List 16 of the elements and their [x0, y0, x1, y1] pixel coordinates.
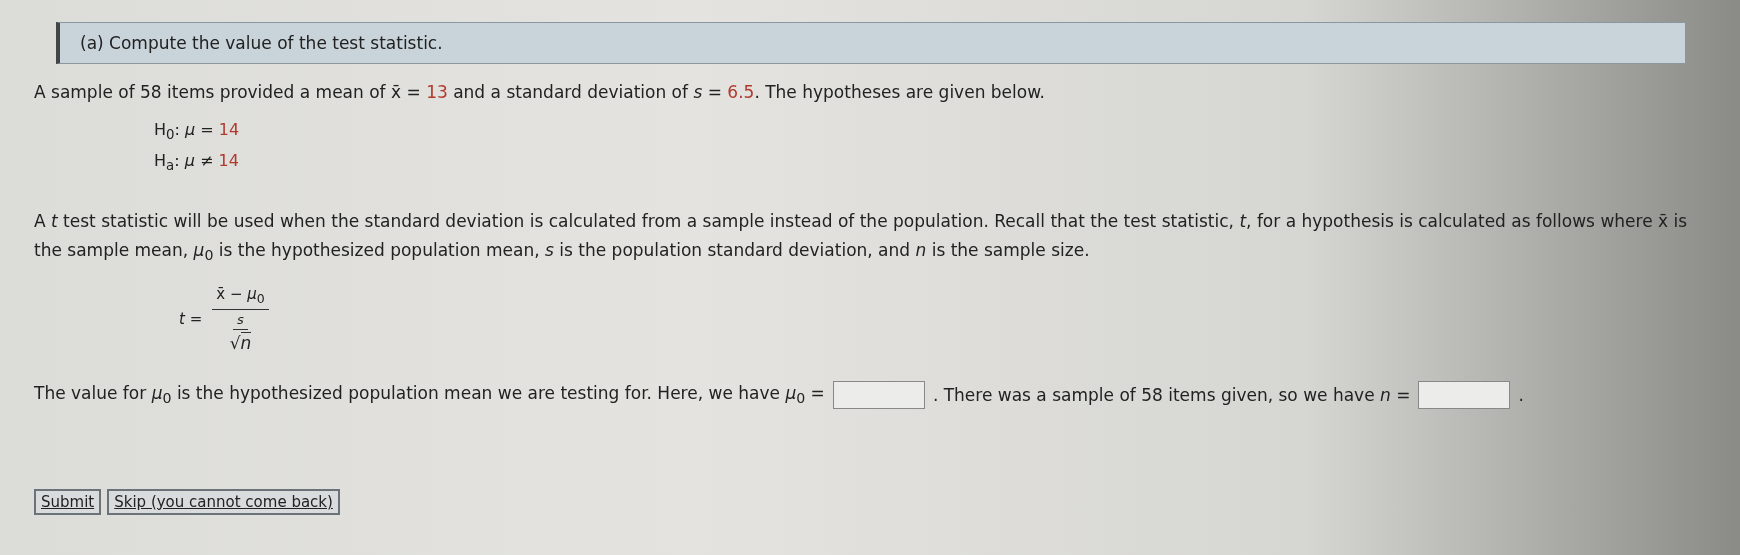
formula-root: √n: [229, 330, 252, 353]
hypothesis: H$_{0}$: μ = 14: [154, 119, 241, 145]
submit-button[interactable]: Submit: [34, 488, 102, 515]
question-text: The value for μ$_{0}$ is the hypothesized population mean we are testing for. Here, we have μ$_{0}$ =: [34, 383, 825, 407]
formula-numerator: x̄ − μ$_{0}$: [212, 284, 269, 310]
skip-button[interactable]: Skip (you cannot come back): [107, 488, 340, 515]
question-text: . There was a sample of 58 items given, so we have n =: [932, 384, 1411, 405]
section-header: (a) Compute the value of the test statistic.: [56, 22, 1686, 64]
intro-sentence: A sample of 58 items provided a mean of x̄ = 13 and a standard deviation of s = 6.5. The hypotheses are given below.: [34, 81, 1046, 104]
answer-field[interactable]: [832, 380, 925, 409]
formula-lhs: t =: [179, 309, 203, 328]
explanation-text: A t test statistic will be used when the standard deviation is calculated from a sample instead of the population. Recall that the test statistic, t, for a hypothesis is calculated as follows where x̄ is the sample mean, μ$_{0}$ is the hypothesized population mean, s is the population standard deviation, and n is the sample size.: [34, 211, 1688, 261]
formula-denominator-top: s: [233, 311, 248, 330]
hypothesis: H$_{a}$: μ ≠ 14: [154, 150, 240, 176]
answer-field[interactable]: [1418, 380, 1511, 409]
question-text: .: [1518, 384, 1524, 405]
